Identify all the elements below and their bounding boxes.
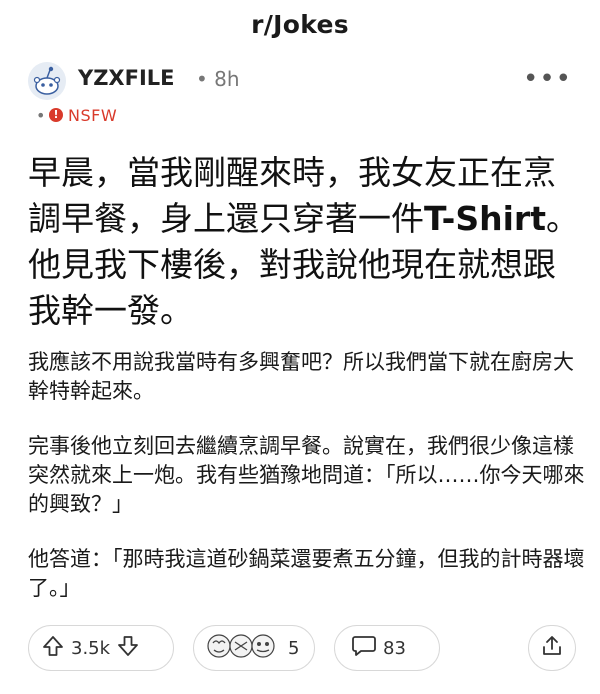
post-title-bold: T-Shirt (424, 199, 546, 238)
subreddit-title[interactable]: r/Jokes (0, 10, 600, 39)
nsfw-icon: ! (49, 108, 63, 122)
post-author-row: YZXFILE • 8h ••• (28, 60, 578, 110)
post-paragraph: 他答道：「那時我這道砂鍋菜還要煮五分鐘，但我的計時器壞了。」 (28, 547, 585, 600)
award-icon (206, 632, 282, 664)
post-timestamp: • 8h (196, 67, 240, 91)
avatar-snoo-icon (28, 62, 66, 100)
action-bar: 3.5k 5 83 (28, 625, 578, 675)
post-time-ago: 8h (214, 67, 240, 91)
more-icon: ••• (522, 64, 572, 94)
comment-count: 83 (383, 637, 406, 659)
vote-count: 3.5k (71, 637, 111, 659)
nsfw-dot: • (36, 106, 46, 125)
avatar[interactable] (28, 62, 66, 100)
meta-separator: • (196, 67, 208, 91)
awards-button[interactable]: 5 (193, 625, 315, 671)
comment-icon (351, 634, 377, 662)
upvote-icon[interactable] (41, 634, 65, 662)
vote-control: 3.5k (28, 625, 174, 671)
post-paragraph: 我應該不用說我當時有多興奮吧？所以我們當下就在廚房大幹特幹起來。 (28, 350, 574, 403)
more-options-button[interactable]: ••• (523, 64, 572, 94)
share-button[interactable] (528, 625, 576, 671)
nsfw-label: NSFW (68, 106, 118, 125)
downvote-icon[interactable] (116, 634, 140, 662)
share-icon (540, 634, 564, 662)
comments-button[interactable]: 83 (334, 625, 440, 671)
post-author[interactable]: YZXFILE (78, 66, 175, 90)
post-title[interactable]: 早晨，當我剛醒來時，我女友正在烹調早餐，身上還只穿著一件T-Shirt。他見我下… (28, 150, 583, 334)
post-paragraph: 完事後他立刻回去繼續烹調早餐。說實在，我們很少像這樣突然就來上一炮。我有些猶豫地… (28, 434, 585, 516)
award-count: 5 (288, 637, 300, 659)
